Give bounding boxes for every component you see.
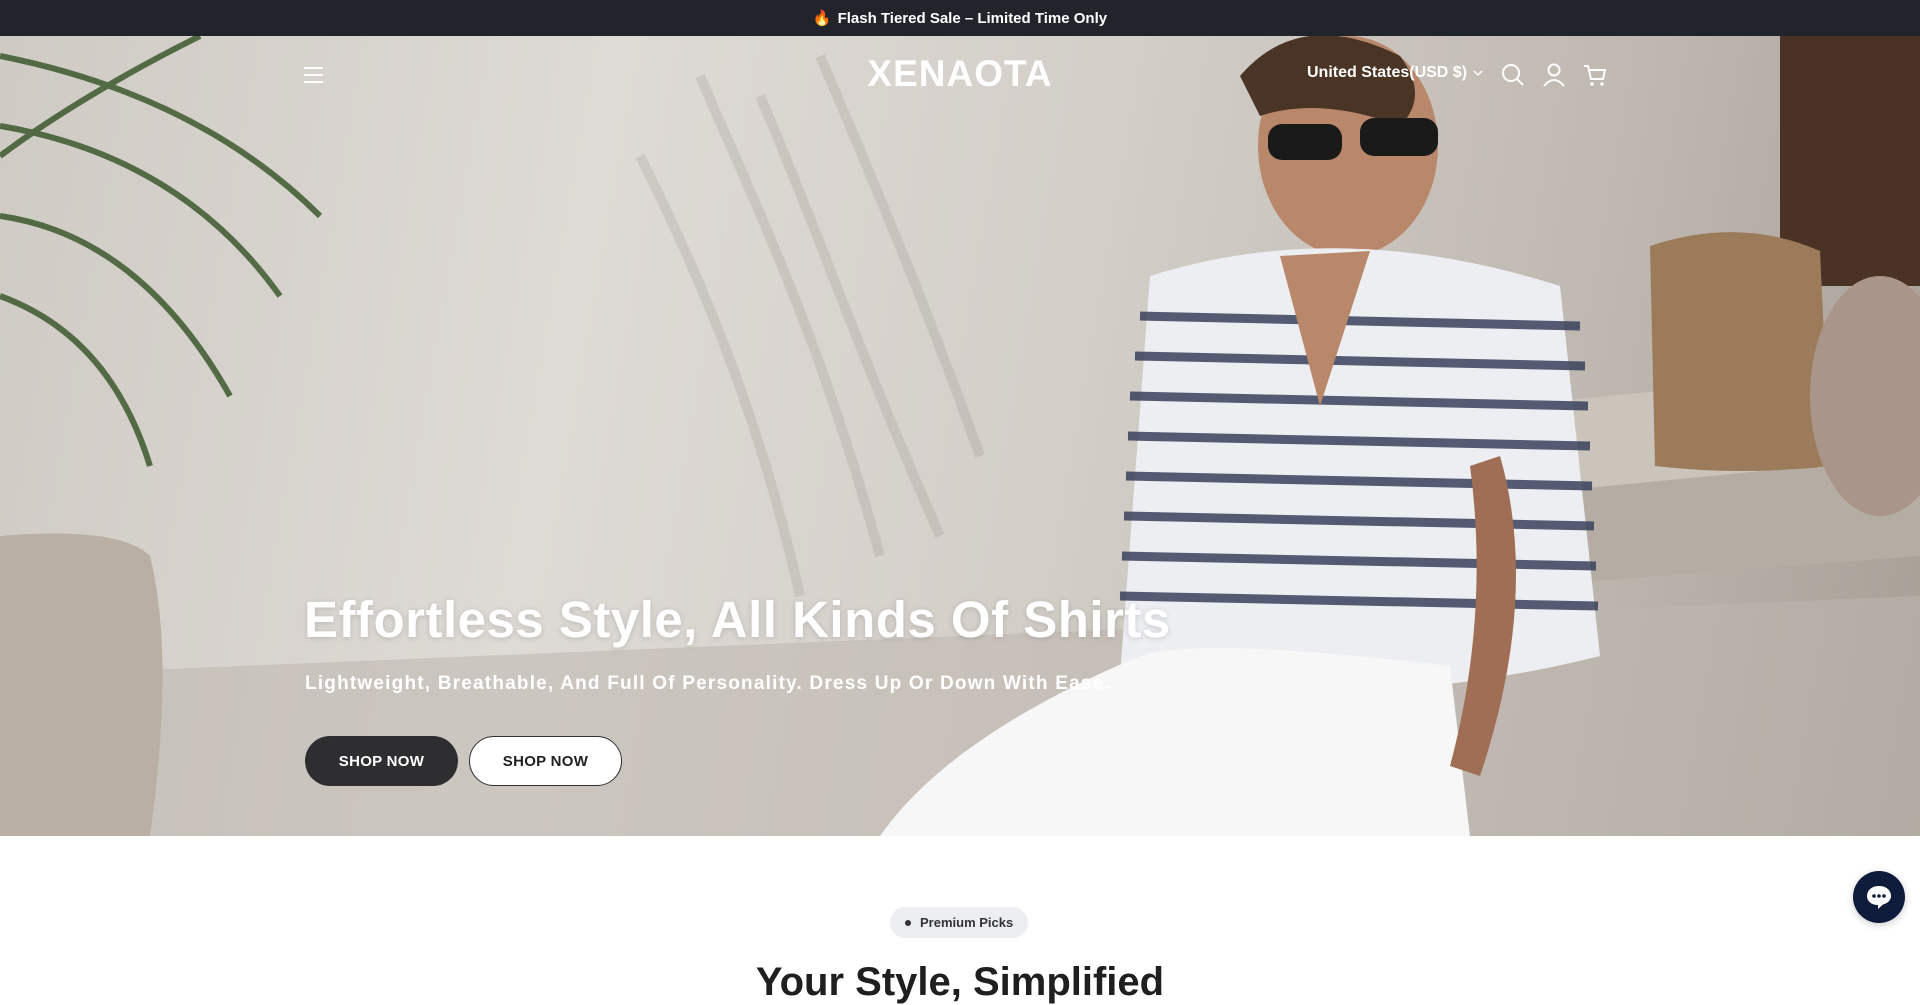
badge-label: Premium Picks (920, 915, 1014, 930)
fire-icon: 🔥 (812, 10, 832, 27)
cart-icon[interactable] (1582, 62, 1608, 88)
locale-selector[interactable]: United States(USD $) (1307, 64, 1483, 82)
account-icon[interactable] (1541, 62, 1567, 88)
announcement-bar: 🔥 Flash Tiered Sale – Limited Time Only (0, 0, 1920, 36)
premium-picks-badge: Premium Picks (890, 907, 1029, 938)
chat-button[interactable] (1853, 871, 1905, 923)
hero-subtitle: Lightweight, Breathable, And Full Of Per… (305, 673, 1111, 694)
locale-label: United States(USD $) (1307, 64, 1468, 81)
dot-icon (905, 919, 911, 926)
search-icon[interactable] (1500, 62, 1526, 88)
shop-now-secondary-button[interactable]: SHOP NOW (469, 736, 622, 786)
hero-banner (0, 36, 1920, 836)
chevron-down-icon (1473, 69, 1483, 76)
shop-now-primary-button[interactable]: SHOP NOW (305, 736, 458, 786)
logo[interactable]: XENAOTA (0, 53, 1920, 95)
chat-bubble-icon (1867, 886, 1891, 909)
site-header: XENAOTA United States(USD $) (0, 36, 1920, 114)
announcement-text: Flash Tiered Sale – Limited Time Only (837, 9, 1108, 27)
hero-image (0, 36, 1920, 836)
hero-title: Effortless Style, All Kinds Of Shirts (304, 591, 1171, 648)
section-title: Your Style, Simplified (755, 960, 1165, 1004)
menu-icon[interactable] (302, 64, 326, 86)
